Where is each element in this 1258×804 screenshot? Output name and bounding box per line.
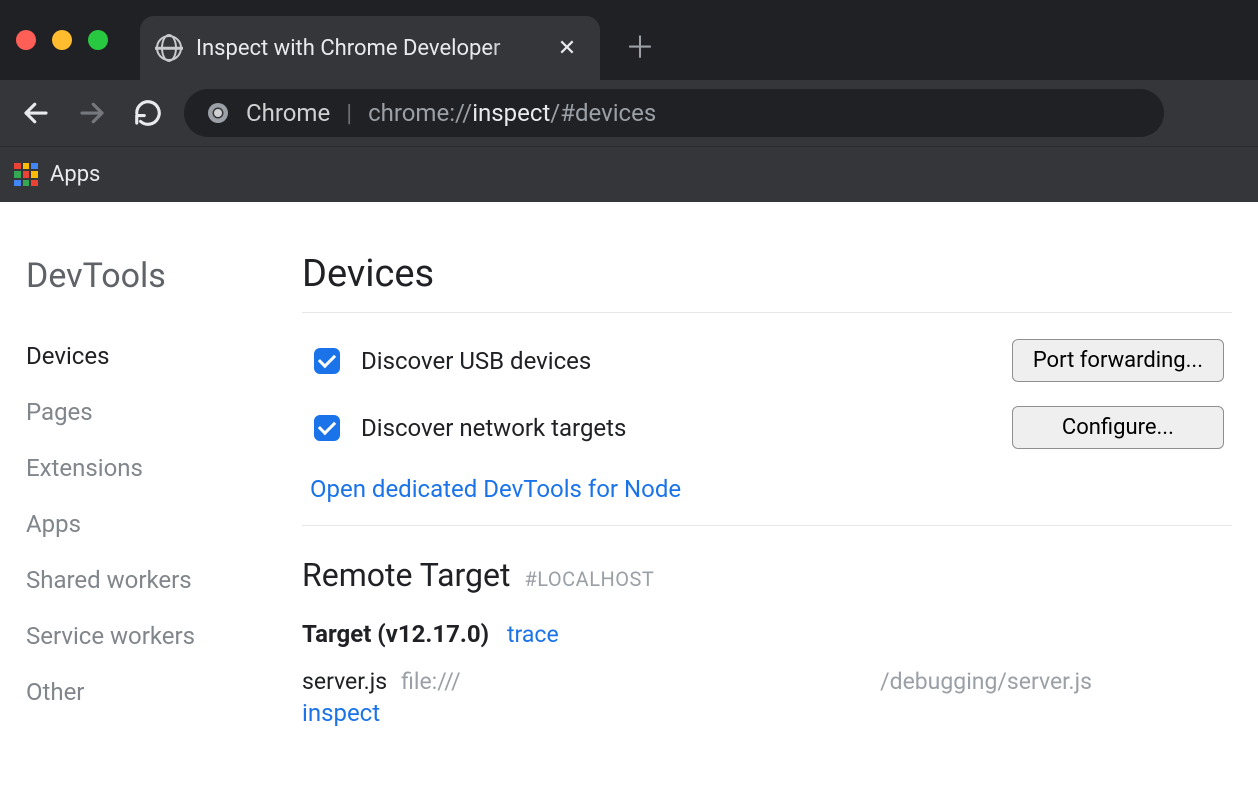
omnibox-url: chrome://inspect/#devices [368, 99, 656, 127]
page-heading: Devices [302, 252, 1232, 296]
address-bar[interactable]: Chrome | chrome://inspect/#devices [184, 89, 1164, 137]
sidebar-item-service-workers[interactable]: Service workers [26, 608, 256, 664]
discover-network-checkbox[interactable] [314, 415, 340, 441]
browser-toolbar: Chrome | chrome://inspect/#devices [0, 80, 1258, 146]
main-content: Devices Discover USB devices Port forwar… [302, 232, 1232, 727]
inspect-link[interactable]: inspect [302, 699, 380, 727]
sidebar-item-devices[interactable]: Devices [26, 328, 256, 384]
browser-tab[interactable]: Inspect with Chrome Developer ✕ [140, 16, 600, 80]
remote-target-heading: Remote Target [302, 556, 510, 594]
forward-button[interactable] [72, 93, 112, 133]
discover-usb-checkbox[interactable] [314, 348, 340, 374]
sidebar-item-other[interactable]: Other [26, 664, 256, 720]
open-node-devtools-link[interactable]: Open dedicated DevTools for Node [302, 469, 689, 525]
discover-network-label[interactable]: Discover network targets [361, 414, 626, 442]
omnibox-separator: | [346, 99, 352, 127]
trace-link[interactable]: trace [507, 621, 559, 648]
sidebar-title: DevTools [26, 256, 256, 296]
target-file-name: server.js [302, 668, 387, 695]
remote-target-host: #LOCALHOST [524, 567, 654, 591]
back-button[interactable] [16, 93, 56, 133]
omnibox-source-label: Chrome [246, 99, 330, 127]
minimize-window-button[interactable] [52, 30, 72, 50]
sidebar-item-pages[interactable]: Pages [26, 384, 256, 440]
chrome-icon [206, 101, 230, 125]
sidebar-item-apps[interactable]: Apps [26, 496, 256, 552]
sidebar-item-extensions[interactable]: Extensions [26, 440, 256, 496]
close-window-button[interactable] [16, 30, 36, 50]
discover-usb-label[interactable]: Discover USB devices [361, 347, 591, 375]
close-tab-button[interactable]: ✕ [554, 35, 580, 61]
target-file-path: /debugging/server.js [880, 668, 1232, 695]
window-controls [16, 30, 108, 50]
divider [302, 525, 1232, 526]
tab-strip: Inspect with Chrome Developer ✕ ＋ [0, 0, 1258, 80]
apps-label: Apps [50, 162, 100, 187]
configure-button[interactable]: Configure... [1012, 406, 1224, 449]
apps-grid-icon [14, 163, 38, 187]
bookmarks-bar: Apps [0, 146, 1258, 202]
sidebar-item-shared-workers[interactable]: Shared workers [26, 552, 256, 608]
new-tab-button[interactable]: ＋ [620, 25, 660, 65]
apps-shortcut[interactable]: Apps [14, 162, 100, 187]
tab-title: Inspect with Chrome Developer [196, 36, 540, 61]
port-forwarding-button[interactable]: Port forwarding... [1012, 339, 1224, 382]
globe-icon [156, 35, 182, 61]
target-name: Target (v12.17.0) [302, 620, 489, 648]
reload-button[interactable] [128, 93, 168, 133]
target-file-scheme: file:/// [401, 668, 461, 695]
maximize-window-button[interactable] [88, 30, 108, 50]
sidebar: DevTools Devices Pages Extensions Apps S… [26, 232, 256, 727]
